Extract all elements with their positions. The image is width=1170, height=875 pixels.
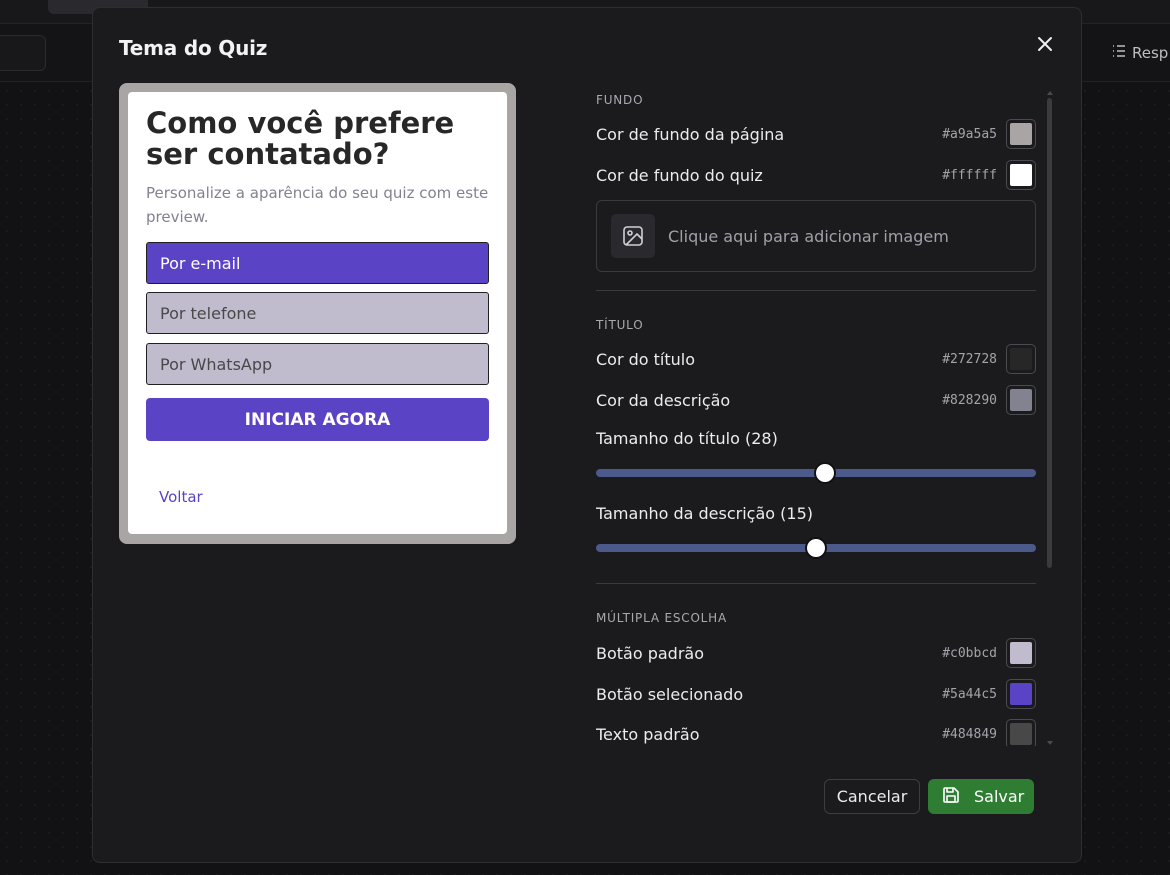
- quiz-bg-color-label: Cor de fundo do quiz: [596, 165, 763, 185]
- swatch-fill: [1010, 683, 1032, 705]
- settings-scrollbar-thumb[interactable]: [1047, 98, 1052, 568]
- image-upload-text: Clique aqui para adicionar imagem: [668, 226, 949, 246]
- quiz-preview-frame: Como você prefere ser contatado? Persona…: [119, 83, 516, 544]
- close-button[interactable]: [1031, 32, 1059, 60]
- title-color-swatch[interactable]: [1006, 344, 1036, 374]
- title-color-label: Cor do título: [596, 349, 696, 369]
- section-label-multipla: MÚLTIPLA ESCOLHA: [596, 611, 728, 625]
- default-button-color-row: Botão padrão #c0bbcd: [596, 638, 1036, 668]
- desc-color-label: Cor da descrição: [596, 390, 731, 410]
- title-color-row: Cor do título #272728: [596, 344, 1036, 374]
- theme-settings-panel: FUNDO Cor de fundo da página #a9a5a5 Cor…: [596, 88, 1036, 746]
- page-bg-color-swatch[interactable]: [1006, 119, 1036, 149]
- cancel-button[interactable]: Cancelar: [824, 779, 920, 814]
- default-button-color-swatch[interactable]: [1006, 638, 1036, 668]
- default-text-color-label: Texto padrão: [596, 724, 700, 744]
- selected-button-color-hex: #5a44c5: [942, 686, 997, 702]
- preview-title: Como você prefere ser contatado?: [146, 106, 455, 171]
- page-bg-color-hex: #a9a5a5: [942, 126, 997, 142]
- image-icon: [611, 214, 655, 258]
- responses-tab[interactable]: Resp: [1112, 44, 1168, 62]
- swatch-fill: [1010, 123, 1032, 145]
- settings-scrollbar[interactable]: [1047, 90, 1053, 748]
- save-icon: [942, 786, 960, 808]
- preview-option-whatsapp[interactable]: Por WhatsApp: [146, 343, 489, 385]
- save-button-label: Salvar: [974, 787, 1025, 806]
- divider: [596, 290, 1036, 291]
- scroll-down-icon[interactable]: [1047, 740, 1053, 746]
- quiz-theme-modal: Tema do Quiz Como você prefere ser conta…: [92, 7, 1082, 863]
- title-size-slider-thumb[interactable]: [813, 462, 836, 484]
- swatch-fill: [1010, 164, 1032, 186]
- page-bg-color-label: Cor de fundo da página: [596, 124, 785, 144]
- close-icon: [1037, 36, 1053, 56]
- default-button-color-hex: #c0bbcd: [942, 645, 997, 661]
- image-upload-area[interactable]: Clique aqui para adicionar imagem: [596, 200, 1036, 272]
- scroll-up-icon[interactable]: [1047, 90, 1053, 96]
- selected-button-color-label: Botão selecionado: [596, 684, 744, 704]
- title-size-slider[interactable]: [596, 462, 1036, 484]
- preview-option-email[interactable]: Por e-mail: [146, 242, 489, 284]
- desc-size-slider[interactable]: [596, 537, 1036, 559]
- preview-start-button[interactable]: INICIAR AGORA: [146, 398, 489, 441]
- title-size-label: Tamanho do título (28): [596, 429, 778, 448]
- save-button[interactable]: Salvar: [928, 779, 1034, 814]
- page-bg-color-row: Cor de fundo da página #a9a5a5: [596, 119, 1036, 149]
- preview-option-phone[interactable]: Por telefone: [146, 292, 489, 334]
- modal-title: Tema do Quiz: [119, 36, 268, 60]
- responses-tab-label: Resp: [1132, 44, 1169, 62]
- desc-color-swatch[interactable]: [1006, 385, 1036, 415]
- quiz-bg-color-row: Cor de fundo do quiz #ffffff: [596, 160, 1036, 190]
- divider: [596, 583, 1036, 584]
- list-icon: [1112, 44, 1126, 62]
- default-text-color-row: Texto padrão #484849: [596, 719, 1036, 746]
- desc-color-row: Cor da descrição #828290: [596, 385, 1036, 415]
- preview-description: Personalize a aparência do seu quiz com …: [146, 184, 489, 226]
- desc-color-hex: #828290: [942, 392, 997, 408]
- section-label-titulo: TÍTULO: [596, 318, 644, 332]
- default-text-color-hex: #484849: [942, 726, 997, 742]
- swatch-fill: [1010, 642, 1032, 664]
- swatch-fill: [1010, 723, 1032, 745]
- default-button-color-label: Botão padrão: [596, 643, 705, 663]
- quiz-preview-card: Como você prefere ser contatado? Persona…: [128, 92, 507, 534]
- quiz-bg-color-swatch[interactable]: [1006, 160, 1036, 190]
- default-text-color-swatch[interactable]: [1006, 719, 1036, 746]
- title-color-hex: #272728: [942, 351, 997, 367]
- desc-size-label: Tamanho da descrição (15): [596, 504, 813, 523]
- selected-button-color-row: Botão selecionado #5a44c5: [596, 679, 1036, 709]
- swatch-fill: [1010, 348, 1032, 370]
- preview-back-link[interactable]: Voltar: [159, 488, 203, 506]
- section-label-fundo: FUNDO: [596, 93, 644, 107]
- swatch-fill: [1010, 389, 1032, 411]
- selected-button-color-swatch[interactable]: [1006, 679, 1036, 709]
- quiz-bg-color-hex: #ffffff: [942, 167, 997, 183]
- desc-size-slider-thumb[interactable]: [805, 537, 827, 559]
- app-search-input[interactable]: [0, 35, 46, 71]
